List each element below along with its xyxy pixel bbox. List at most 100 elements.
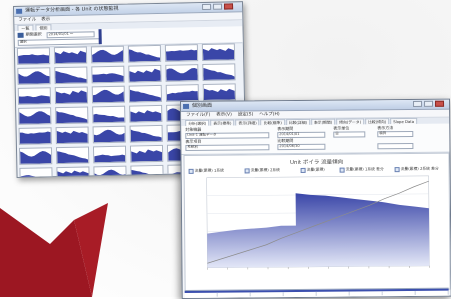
thumb-area (93, 89, 124, 102)
menu-file[interactable]: ファイル (18, 17, 36, 24)
thumbnail-chart[interactable] (91, 46, 124, 64)
thumbnail-chart[interactable] (56, 146, 89, 164)
thumbnail-chart[interactable] (92, 106, 125, 124)
form-label-5: 表示単位 (333, 126, 349, 131)
thumb-area (92, 73, 123, 82)
thumb-area (93, 113, 124, 122)
thumb-chart-icon (129, 66, 160, 82)
detail-menu-settings[interactable]: 設定(S) (238, 111, 253, 118)
thumbnail-chart[interactable] (130, 125, 163, 143)
thumb-area (167, 91, 198, 101)
thumb-chart-icon (93, 107, 124, 123)
thumbnail-chart[interactable] (56, 166, 89, 178)
form-value-6: 積算 (379, 131, 386, 135)
form-input-7[interactable] (377, 143, 413, 149)
filter-select-value: 選択 (20, 40, 27, 44)
thumb-chart-icon (57, 167, 88, 178)
thumbnail-chart[interactable] (165, 64, 198, 82)
filter-value: 2014/01/01 〜 (49, 32, 74, 37)
thumbnail-window-title: 運転データ分析画面 - 各 Unit の状態監視 (25, 6, 118, 14)
thumb-chart-icon (94, 127, 125, 143)
form-value-2: 系統別 (187, 145, 198, 149)
detail-window: 個別画面 ファイル(F) 表示(V) 設定(S) ヘルプ(H) 分析(選択) 表… (180, 99, 451, 299)
thumb-area (56, 110, 87, 123)
thumb-chart-icon (130, 106, 161, 122)
detail-menu-help[interactable]: ヘルプ(H) (259, 111, 279, 118)
thumb-area (204, 88, 235, 100)
thumb-area (203, 48, 234, 60)
thumbnail-chart[interactable] (54, 46, 87, 64)
detail-menu-file[interactable]: ファイル(F) (186, 112, 210, 119)
thumbnail-chart[interactable] (93, 126, 126, 144)
form-label-2: 表示項目 (185, 139, 201, 144)
menu-view[interactable]: 表示 (41, 16, 50, 23)
thumb-area (166, 68, 197, 81)
thumb-area (18, 71, 49, 84)
thumb-chart-icon (204, 84, 235, 100)
thumb-area (18, 54, 49, 64)
thumbnail-chart[interactable] (130, 145, 163, 163)
thumb-area (55, 51, 86, 64)
detail-app-icon (183, 104, 189, 109)
thumb-area (56, 90, 87, 103)
filter-label: 期間選択 (26, 31, 42, 36)
thumbnail-chart[interactable] (56, 126, 89, 144)
detail-maximize-button[interactable] (424, 101, 433, 107)
thumbnail-chart[interactable] (166, 84, 199, 102)
thumb-area (57, 151, 88, 164)
thumbnail-chart[interactable] (18, 107, 51, 125)
thumbnail-chart[interactable] (19, 147, 52, 165)
chart-panel: Unit ボイラ 流量傾向 流量(累積) 1系統 流量(累積) 2系統 流量(累… (183, 153, 450, 292)
thumbnail-chart[interactable] (19, 167, 52, 178)
thumb-area (19, 95, 50, 104)
thumbnail-chart[interactable] (203, 83, 236, 101)
thumbnail-chart[interactable] (129, 85, 162, 103)
thumbnail-chart[interactable] (91, 66, 124, 84)
thumb-chart-icon (55, 47, 86, 63)
minimize-button[interactable] (202, 4, 211, 10)
thumbnail-chart[interactable] (55, 106, 88, 124)
detail-minimize-button[interactable] (413, 101, 422, 107)
form-label-1: 対象機器 (185, 127, 201, 132)
thumbnail-chart[interactable] (128, 45, 161, 63)
thumbnail-chart[interactable] (17, 67, 50, 85)
thumb-area (129, 69, 160, 82)
thumbnail-chart[interactable] (55, 86, 88, 104)
thumbnail-chart[interactable] (129, 105, 162, 123)
close-button[interactable] (224, 3, 233, 9)
thumb-chart-icon (203, 44, 234, 60)
thumbnail-chart[interactable] (92, 86, 125, 104)
thumbnail-chart[interactable] (93, 146, 126, 164)
form-label-4: 比較期間 (277, 138, 293, 143)
thumb-area (19, 111, 50, 124)
maximize-button[interactable] (213, 4, 222, 10)
thumb-chart-icon (18, 48, 49, 64)
thumbnail-chart[interactable] (19, 127, 52, 145)
thumbnail-chart[interactable] (54, 66, 87, 84)
thumb-area (57, 130, 88, 143)
thumbnail-chart[interactable] (128, 65, 161, 83)
thumb-chart-icon (93, 87, 124, 103)
thumb-chart-icon (19, 88, 50, 104)
thumb-chart-icon (167, 85, 198, 101)
form-value-5: 日 (335, 132, 339, 136)
thumb-area (131, 129, 162, 142)
form-value-3: 2014/01/01 (279, 132, 299, 136)
thumb-area (94, 129, 125, 142)
form-label-6: 表示方法 (377, 125, 393, 130)
thumbnail-chart[interactable] (202, 43, 235, 61)
filter-select[interactable] (18, 38, 100, 46)
thumbnail-chart[interactable] (165, 44, 198, 62)
detail-menu-view[interactable]: 表示(V) (216, 112, 232, 119)
app-icon (16, 9, 22, 14)
thumbnail-chart[interactable] (18, 87, 51, 105)
detail-close-button[interactable] (435, 101, 444, 107)
thumb-chart-icon (166, 65, 197, 81)
thumbnail-chart[interactable] (202, 63, 235, 81)
thumb-chart-icon (94, 147, 125, 163)
thumb-area (130, 89, 161, 102)
thumb-area (130, 110, 161, 122)
thumb-area (166, 49, 197, 60)
thumb-area (131, 149, 162, 161)
thumbnail-chart[interactable] (17, 47, 50, 65)
